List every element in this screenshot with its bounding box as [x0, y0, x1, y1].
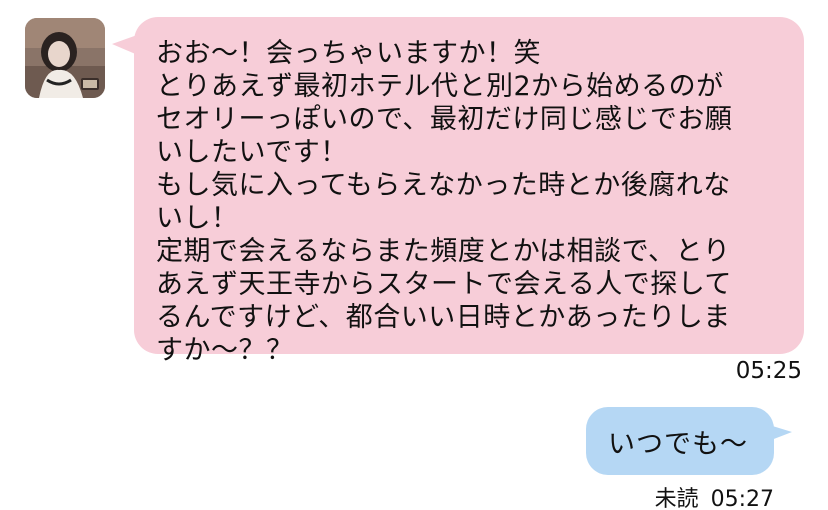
- chat-view: おお〜！会っちゃいますか！笑 とりあえず最初ホテル代と別2から始めるのが セオリ…: [0, 0, 828, 510]
- incoming-message-bubble[interactable]: おお〜！会っちゃいますか！笑 とりあえず最初ホテル代と別2から始めるのが セオリ…: [134, 17, 804, 366]
- message-line: いし！: [156, 203, 239, 234]
- outgoing-message-text: いつでも〜: [608, 428, 748, 460]
- outgoing-bubble-tail: [766, 424, 792, 442]
- outgoing-status: 未読 05:27: [655, 481, 774, 510]
- avatar[interactable]: [25, 18, 105, 98]
- message-line: あえず天王寺からスタートで会える人で探して: [156, 269, 732, 300]
- message-line: おお〜！会っちゃいますか！笑: [156, 38, 541, 69]
- message-line: 定期で会えるならまた頻度とかは相談で、とり: [156, 236, 731, 267]
- message-line: とりあえず最初ホテル代と別2から始めるのが: [156, 71, 724, 102]
- read-status-label: 未読: [654, 487, 699, 510]
- message-line: セオリーっぽいので、最初だけ同じ感じでお願: [156, 104, 733, 135]
- message-line: すか〜？？: [156, 335, 294, 366]
- incoming-message-text: おお〜！会っちゃいますか！笑 とりあえず最初ホテル代と別2から始めるのが セオリ…: [156, 37, 786, 367]
- avatar-photo-icon: [25, 18, 105, 98]
- message-line: いしたいです！: [156, 137, 348, 168]
- message-line: もし気に入ってもらえなかった時とか後腐れな: [156, 170, 731, 201]
- outgoing-timestamp: 05:27: [710, 487, 774, 510]
- incoming-timestamp: 05:25: [735, 358, 802, 384]
- message-line: るんですけど、都合いい日時とかあったりしま: [156, 302, 731, 333]
- outgoing-message-bubble[interactable]: いつでも〜: [586, 407, 774, 475]
